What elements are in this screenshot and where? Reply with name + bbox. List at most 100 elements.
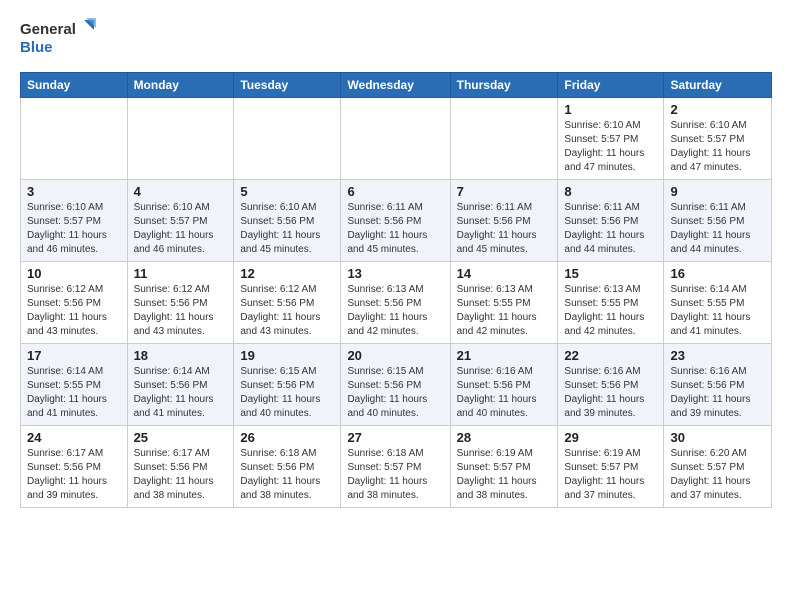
day-number: 17 bbox=[27, 348, 121, 363]
day-number: 20 bbox=[347, 348, 443, 363]
day-number: 7 bbox=[457, 184, 552, 199]
day-number: 22 bbox=[564, 348, 657, 363]
day-info: Sunrise: 6:10 AM Sunset: 5:57 PM Dayligh… bbox=[134, 201, 228, 257]
day-number: 8 bbox=[564, 184, 657, 199]
calendar-cell bbox=[450, 98, 558, 180]
page: General Blue SundayMondayTuesdayWednesda… bbox=[0, 0, 792, 524]
day-number: 2 bbox=[670, 102, 765, 117]
day-number: 10 bbox=[27, 266, 121, 281]
day-info: Sunrise: 6:14 AM Sunset: 5:55 PM Dayligh… bbox=[670, 283, 765, 339]
day-info: Sunrise: 6:15 AM Sunset: 5:56 PM Dayligh… bbox=[347, 365, 443, 421]
day-info: Sunrise: 6:11 AM Sunset: 5:56 PM Dayligh… bbox=[564, 201, 657, 257]
day-info: Sunrise: 6:12 AM Sunset: 5:56 PM Dayligh… bbox=[134, 283, 228, 339]
calendar-cell: 24 Sunrise: 6:17 AM Sunset: 5:56 PM Dayli… bbox=[21, 426, 128, 508]
calendar-cell bbox=[234, 98, 341, 180]
day-info: Sunrise: 6:16 AM Sunset: 5:56 PM Dayligh… bbox=[564, 365, 657, 421]
calendar-cell: 5 Sunrise: 6:10 AM Sunset: 5:56 PM Daylig… bbox=[234, 180, 341, 262]
day-info: Sunrise: 6:17 AM Sunset: 5:56 PM Dayligh… bbox=[134, 447, 228, 503]
day-info: Sunrise: 6:11 AM Sunset: 5:56 PM Dayligh… bbox=[670, 201, 765, 257]
svg-text:Blue: Blue bbox=[20, 39, 53, 56]
weekday-header-sunday: Sunday bbox=[21, 73, 128, 98]
calendar-cell: 10 Sunrise: 6:12 AM Sunset: 5:56 PM Dayli… bbox=[21, 262, 128, 344]
logo-svg: General Blue bbox=[20, 16, 100, 60]
calendar-cell: 7 Sunrise: 6:11 AM Sunset: 5:56 PM Daylig… bbox=[450, 180, 558, 262]
calendar-cell: 2Sunrise: 6:10 AM Sunset: 5:57 PM Daylig… bbox=[664, 98, 772, 180]
day-info: Sunrise: 6:10 AM Sunset: 5:57 PM Dayligh… bbox=[27, 201, 121, 257]
calendar-cell: 29 Sunrise: 6:19 AM Sunset: 5:57 PM Dayli… bbox=[558, 426, 664, 508]
week-row-4: 17 Sunrise: 6:14 AM Sunset: 5:55 PM Dayli… bbox=[21, 344, 772, 426]
day-number: 28 bbox=[457, 430, 552, 445]
calendar-table: SundayMondayTuesdayWednesdayThursdayFrid… bbox=[20, 72, 772, 508]
calendar-cell: 14Sunrise: 6:13 AM Sunset: 5:55 PM Dayli… bbox=[450, 262, 558, 344]
day-info: Sunrise: 6:14 AM Sunset: 5:56 PM Dayligh… bbox=[134, 365, 228, 421]
day-info: Sunrise: 6:12 AM Sunset: 5:56 PM Dayligh… bbox=[27, 283, 121, 339]
day-info: Sunrise: 6:17 AM Sunset: 5:56 PM Dayligh… bbox=[27, 447, 121, 503]
header: General Blue bbox=[20, 16, 772, 60]
day-info: Sunrise: 6:16 AM Sunset: 5:56 PM Dayligh… bbox=[457, 365, 552, 421]
calendar-cell: 23 Sunrise: 6:16 AM Sunset: 5:56 PM Dayli… bbox=[664, 344, 772, 426]
day-info: Sunrise: 6:13 AM Sunset: 5:55 PM Dayligh… bbox=[564, 283, 657, 339]
day-number: 23 bbox=[670, 348, 765, 363]
day-number: 1 bbox=[564, 102, 657, 117]
calendar-cell: 18 Sunrise: 6:14 AM Sunset: 5:56 PM Dayli… bbox=[127, 344, 234, 426]
day-info: Sunrise: 6:11 AM Sunset: 5:56 PM Dayligh… bbox=[347, 201, 443, 257]
day-number: 12 bbox=[240, 266, 334, 281]
week-row-2: 3 Sunrise: 6:10 AM Sunset: 5:57 PM Daylig… bbox=[21, 180, 772, 262]
calendar-cell: 21 Sunrise: 6:16 AM Sunset: 5:56 PM Dayli… bbox=[450, 344, 558, 426]
logo: General Blue bbox=[20, 16, 100, 60]
day-number: 18 bbox=[134, 348, 228, 363]
day-number: 4 bbox=[134, 184, 228, 199]
week-row-1: 1 Sunrise: 6:10 AM Sunset: 5:57 PM Daylig… bbox=[21, 98, 772, 180]
day-number: 16 bbox=[670, 266, 765, 281]
day-info: Sunrise: 6:11 AM Sunset: 5:56 PM Dayligh… bbox=[457, 201, 552, 257]
day-number: 21 bbox=[457, 348, 552, 363]
calendar-cell: 17 Sunrise: 6:14 AM Sunset: 5:55 PM Dayli… bbox=[21, 344, 128, 426]
calendar-cell: 3 Sunrise: 6:10 AM Sunset: 5:57 PM Daylig… bbox=[21, 180, 128, 262]
calendar-cell: 8 Sunrise: 6:11 AM Sunset: 5:56 PM Daylig… bbox=[558, 180, 664, 262]
day-info: Sunrise: 6:19 AM Sunset: 5:57 PM Dayligh… bbox=[564, 447, 657, 503]
calendar-cell bbox=[21, 98, 128, 180]
weekday-header-thursday: Thursday bbox=[450, 73, 558, 98]
day-info: Sunrise: 6:13 AM Sunset: 5:55 PM Dayligh… bbox=[457, 283, 552, 339]
day-info: Sunrise: 6:10 AM Sunset: 5:57 PM Dayligh… bbox=[564, 119, 657, 175]
day-number: 13 bbox=[347, 266, 443, 281]
calendar-cell: 15 Sunrise: 6:13 AM Sunset: 5:55 PM Dayli… bbox=[558, 262, 664, 344]
weekday-header-monday: Monday bbox=[127, 73, 234, 98]
calendar-cell: 26 Sunrise: 6:18 AM Sunset: 5:56 PM Dayli… bbox=[234, 426, 341, 508]
calendar-cell: 12Sunrise: 6:12 AM Sunset: 5:56 PM Dayli… bbox=[234, 262, 341, 344]
day-number: 19 bbox=[240, 348, 334, 363]
calendar-cell: 22 Sunrise: 6:16 AM Sunset: 5:56 PM Dayli… bbox=[558, 344, 664, 426]
day-number: 27 bbox=[347, 430, 443, 445]
day-number: 26 bbox=[240, 430, 334, 445]
day-info: Sunrise: 6:13 AM Sunset: 5:56 PM Dayligh… bbox=[347, 283, 443, 339]
day-info: Sunrise: 6:18 AM Sunset: 5:56 PM Dayligh… bbox=[240, 447, 334, 503]
calendar-cell: 11 Sunrise: 6:12 AM Sunset: 5:56 PM Dayli… bbox=[127, 262, 234, 344]
day-info: Sunrise: 6:14 AM Sunset: 5:55 PM Dayligh… bbox=[27, 365, 121, 421]
calendar-cell bbox=[341, 98, 450, 180]
day-info: Sunrise: 6:10 AM Sunset: 5:56 PM Dayligh… bbox=[240, 201, 334, 257]
calendar-cell: 28 Sunrise: 6:19 AM Sunset: 5:57 PM Dayli… bbox=[450, 426, 558, 508]
calendar-cell: 9 Sunrise: 6:11 AM Sunset: 5:56 PM Daylig… bbox=[664, 180, 772, 262]
day-number: 29 bbox=[564, 430, 657, 445]
day-number: 30 bbox=[670, 430, 765, 445]
calendar-cell: 19 Sunrise: 6:15 AM Sunset: 5:56 PM Dayli… bbox=[234, 344, 341, 426]
weekday-header-wednesday: Wednesday bbox=[341, 73, 450, 98]
day-info: Sunrise: 6:18 AM Sunset: 5:57 PM Dayligh… bbox=[347, 447, 443, 503]
day-number: 24 bbox=[27, 430, 121, 445]
weekday-header-friday: Friday bbox=[558, 73, 664, 98]
svg-text:General: General bbox=[20, 21, 76, 38]
day-number: 5 bbox=[240, 184, 334, 199]
day-number: 11 bbox=[134, 266, 228, 281]
day-number: 3 bbox=[27, 184, 121, 199]
day-info: Sunrise: 6:15 AM Sunset: 5:56 PM Dayligh… bbox=[240, 365, 334, 421]
day-number: 9 bbox=[670, 184, 765, 199]
day-number: 25 bbox=[134, 430, 228, 445]
calendar-cell: 25 Sunrise: 6:17 AM Sunset: 5:56 PM Dayli… bbox=[127, 426, 234, 508]
week-row-5: 24 Sunrise: 6:17 AM Sunset: 5:56 PM Dayli… bbox=[21, 426, 772, 508]
calendar-cell: 1 Sunrise: 6:10 AM Sunset: 5:57 PM Daylig… bbox=[558, 98, 664, 180]
calendar-cell: 30Sunrise: 6:20 AM Sunset: 5:57 PM Dayli… bbox=[664, 426, 772, 508]
day-info: Sunrise: 6:19 AM Sunset: 5:57 PM Dayligh… bbox=[457, 447, 552, 503]
day-number: 15 bbox=[564, 266, 657, 281]
day-info: Sunrise: 6:16 AM Sunset: 5:56 PM Dayligh… bbox=[670, 365, 765, 421]
weekday-header-tuesday: Tuesday bbox=[234, 73, 341, 98]
